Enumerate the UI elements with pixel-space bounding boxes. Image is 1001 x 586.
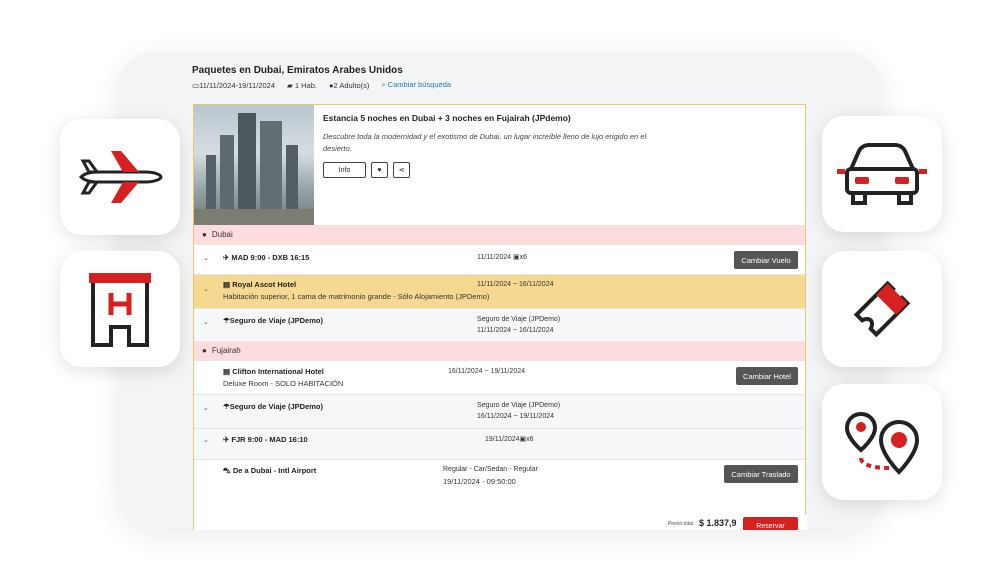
package-card: Estancia 5 noches en Dubai + 3 noches en…	[193, 104, 807, 530]
hotel-fujairah-detail: Deluxe Room - SOLO HABITACIÓN	[223, 379, 344, 388]
search-header: Paquetes en Dubai, Emiratos Arabes Unido…	[192, 65, 451, 90]
hotel-dubai-name: Royal Ascot Hotel	[232, 280, 297, 289]
change-search-label: Cambiar búsqueda	[387, 80, 452, 89]
section-dubai-label: Dubai	[211, 230, 233, 239]
airplane-icon	[78, 151, 163, 203]
dates-summary: ▭11/11/2024-19/11/2024	[192, 81, 275, 90]
insurance-row-dubai[interactable]: ⌄ ☂Seguro de Viaje (JPDemo) Seguro de Vi…	[194, 308, 805, 341]
reserve-button[interactable]: Reservar	[743, 517, 798, 530]
search-icon: ⌕	[381, 80, 386, 89]
share-icon: ⋖	[398, 167, 405, 174]
transfer-label-block: ⛍ De a Dubai - Intl Airport	[223, 466, 316, 476]
chevron-down-icon[interactable]: ⌄	[203, 404, 209, 412]
hotel-icon	[89, 273, 151, 347]
hotel-fujairah-name-block: ▤ Clifton International Hotel	[223, 367, 324, 376]
transfer-type: Regular - Car/Sedan - Regular	[443, 466, 538, 473]
package-title: Estancia 5 noches en Dubai + 3 noches en…	[323, 113, 571, 123]
hotel-dubai-detail: Habitación superior, 1 cama de matrimoni…	[223, 292, 490, 301]
package-description: Descubre toda la modernidad y el exotism…	[323, 132, 647, 153]
transfer-label: De a Dubai - Intl Airport	[232, 466, 317, 475]
dates-text: 11/11/2024-19/11/2024	[199, 80, 275, 90]
dubai-photo	[194, 105, 314, 225]
change-transfer-button[interactable]: Cambiar Traslado	[724, 465, 798, 483]
section-dubai: ● Dubai	[194, 225, 805, 244]
umbrella-icon: ☂	[223, 402, 230, 411]
flight-return-route: ✈ FJR 9:00 - MAD 16:10	[223, 435, 308, 444]
favorite-button[interactable]: ♥	[371, 162, 388, 178]
flight-outbound-route: ✈ MAD 9:00 - DXB 16:15	[223, 253, 309, 262]
hotel-fujairah-name: Clifton International Hotel	[232, 367, 324, 376]
insurance-dubai-label: Seguro de Viaje (JPDemo)	[229, 316, 323, 325]
car-icon: ⛍	[223, 466, 231, 475]
chevron-down-icon[interactable]: ⌄	[203, 254, 209, 262]
flight-return-date-block: 19/11/2024▣x6	[485, 434, 534, 446]
total-price-label: Precio total	[668, 521, 694, 527]
flight-tile	[60, 119, 180, 235]
chevron-down-icon[interactable]: ⌄	[203, 285, 209, 293]
umbrella-icon: ☂	[223, 316, 230, 325]
change-hotel-button[interactable]: Cambiar Hotel	[736, 367, 798, 385]
total-bar: Precio total $ 1.837,9 Reservar	[194, 515, 807, 530]
package-actions: Info ♥ ⋖	[323, 162, 663, 178]
flight-row-return[interactable]: ⌄ ✈ FJR 9:00 - MAD 16:10 19/11/2024▣x6	[194, 428, 805, 459]
hotel-fujairah-dates: 16/11/2024 ~ 19/11/2024	[448, 368, 526, 375]
share-button[interactable]: ⋖	[393, 162, 410, 178]
hotel-dubai-dates: 11/11/2024 ~ 16/11/2024	[477, 281, 554, 288]
airplane-icon: ✈	[223, 253, 230, 262]
flight-return-bags: x6	[526, 436, 534, 443]
map-pin-icon: ●	[202, 346, 207, 355]
car-tile	[822, 116, 942, 232]
flight-return-label: FJR 9:00 - MAD 16:10	[231, 435, 308, 444]
hotel-dubai-name-block: ▤ Royal Ascot Hotel	[223, 280, 296, 289]
rooms-summary: ▰ 1 Hab.	[287, 81, 317, 90]
flight-outbound-date: 11/11/2024	[477, 254, 511, 261]
package-hero: Estancia 5 noches en Dubai + 3 noches en…	[194, 105, 805, 225]
transfer-datetime: 19/11/2024 - 09:50:00	[443, 477, 516, 486]
route-pins-icon	[844, 411, 920, 475]
app-screen: Paquetes en Dubai, Emiratos Arabes Unido…	[118, 52, 882, 530]
insurance-dubai-dates: 11/11/2024 ~ 16/11/2024	[477, 327, 554, 334]
insurance-fujairah-label-block: ☂Seguro de Viaje (JPDemo)	[223, 402, 323, 411]
adults-text: 2 Adulto(s)	[333, 80, 370, 90]
info-button[interactable]: Info	[323, 162, 366, 178]
flight-outbound-bags: x6	[519, 254, 527, 261]
search-summary: ▭11/11/2024-19/11/2024 ▰ 1 Hab. ●2 Adult…	[192, 80, 451, 90]
flight-outbound-date-block: 11/11/2024 ▣x6	[477, 252, 527, 264]
insurance-row-fujairah[interactable]: ⌄ ☂Seguro de Viaje (JPDemo) Seguro de Vi…	[194, 394, 805, 428]
insurance-fujairah-label: Seguro de Viaje (JPDemo)	[229, 402, 323, 411]
flight-outbound-label: MAD 9:00 - DXB 16:15	[231, 253, 310, 262]
chevron-down-icon[interactable]: ⌄	[203, 318, 209, 326]
flight-return-date: 19/11/2024	[485, 436, 520, 443]
ticket-tile	[822, 251, 942, 367]
chevron-down-icon[interactable]: ⌄	[203, 436, 209, 444]
hotel-row-dubai[interactable]: ⌄ ▤ Royal Ascot Hotel Habitación superio…	[194, 274, 805, 308]
insurance-fujairah-dates: 16/11/2024 ~ 19/11/2024	[477, 413, 555, 420]
hotel-row-fujairah[interactable]: ▤ Clifton International Hotel Deluxe Roo…	[194, 360, 805, 394]
section-fujairah-label: Fujairah	[211, 346, 241, 355]
total-price: $ 1.837,9	[699, 518, 737, 528]
page-title: Paquetes en Dubai, Emiratos Arabes Unido…	[192, 65, 403, 76]
transfer-row[interactable]: ⛍ De a Dubai - Intl Airport Regular - Ca…	[194, 459, 805, 492]
route-tile	[822, 384, 942, 500]
flight-row-outbound[interactable]: ⌄ ✈ MAD 9:00 - DXB 16:15 11/11/2024 ▣x6 …	[194, 244, 805, 274]
hotel-tile	[60, 251, 180, 367]
ticket-icon	[853, 280, 911, 338]
adults-summary: ●2 Adulto(s)	[329, 81, 369, 90]
airplane-icon: ✈	[223, 435, 230, 444]
heart-icon: ♥	[377, 166, 382, 174]
insurance-dubai-label-block: ☂Seguro de Viaje (JPDemo)	[223, 316, 323, 325]
tablet-frame: Paquetes en Dubai, Emiratos Arabes Unido…	[118, 52, 882, 530]
rooms-text: 1 Hab.	[294, 80, 317, 90]
map-pin-icon: ●	[202, 230, 207, 239]
section-fujairah: ● Fujairah	[194, 341, 805, 360]
change-flight-button[interactable]: Cambiar Vuelo	[734, 251, 798, 269]
change-search-link[interactable]: ⌕ Cambiar búsqueda	[381, 80, 451, 90]
promo-stage: Paquetes en Dubai, Emiratos Arabes Unido…	[0, 0, 1001, 586]
hotel-icon: ▤	[223, 367, 231, 376]
bed-icon: ▰	[287, 80, 293, 90]
luggage-icon: ▣	[512, 254, 520, 261]
hotel-icon: ▤	[223, 280, 231, 289]
car-icon	[837, 143, 927, 205]
package-info: Estancia 5 noches en Dubai + 3 noches en…	[314, 105, 671, 225]
